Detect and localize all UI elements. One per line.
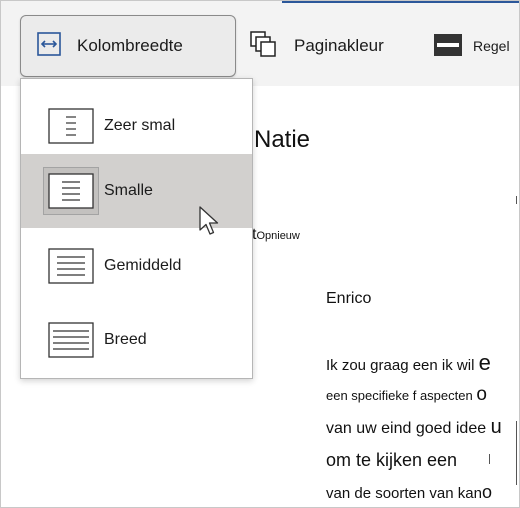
column-width-icon: [35, 31, 63, 62]
column-width-label: Kolombreedte: [77, 36, 183, 55]
mouse-pointer-icon: [199, 206, 221, 243]
line-text: een specifieke f aspecten: [326, 388, 477, 403]
line-focus-label: Regel: [473, 38, 510, 54]
page-color-button[interactable]: Paginakleur: [248, 30, 384, 62]
narrow-icon: [43, 167, 99, 215]
line-tail: o: [476, 384, 487, 405]
body-line-5: van de soorten van kano: [326, 482, 492, 503]
line-text: van de soorten van kan: [326, 485, 482, 502]
margin-mark: [516, 196, 517, 204]
line-focus-button[interactable]: Regel: [433, 32, 510, 60]
menu-item-label: Gemiddeld: [104, 257, 182, 274]
body-line-3: van uw eind goed idee u: [326, 416, 502, 439]
line-focus-icon: [433, 32, 463, 61]
menu-item-label: Smalle: [104, 182, 153, 199]
menu-item-very-narrow[interactable]: Zeer smal: [21, 89, 252, 163]
ribbon-accent-bar: [282, 0, 520, 3]
medium-icon: [43, 242, 99, 290]
page-color-label: Paginakleur: [294, 36, 384, 55]
ribbon: Kolombreedte Paginakleur Regel: [0, 0, 520, 86]
menu-item-label: Breed: [104, 331, 147, 348]
line-tail: o: [481, 482, 492, 502]
menu-item-label: Zeer smal: [104, 117, 176, 134]
margin-mark: [489, 454, 490, 464]
body-line-2: een specifieke f aspecten o: [326, 384, 487, 406]
column-width-button[interactable]: Kolombreedte: [20, 15, 236, 77]
line-text: van uw eind goed idee: [326, 420, 491, 437]
menu-item-wide[interactable]: Breed: [21, 303, 252, 377]
line-text: Ik zou graag een ik wil: [326, 357, 479, 374]
line-tail: e: [478, 350, 491, 375]
margin-mark: [516, 421, 517, 485]
page-color-icon: [248, 29, 278, 64]
body-line-1: Ik zou graag een ik wil e: [326, 350, 491, 376]
very-narrow-icon: [43, 102, 99, 150]
line-tail: u: [490, 416, 502, 438]
line-text: om te kijken een: [326, 450, 458, 470]
body-line-4: om te kijken een: [326, 450, 457, 471]
opnieuw-small: Opnieuw: [256, 230, 300, 242]
document-title: Natie: [254, 126, 311, 153]
opnieuw-text: tOpnieuw: [252, 226, 300, 244]
salutation: Enrico: [326, 290, 372, 307]
wide-icon: [43, 316, 99, 364]
